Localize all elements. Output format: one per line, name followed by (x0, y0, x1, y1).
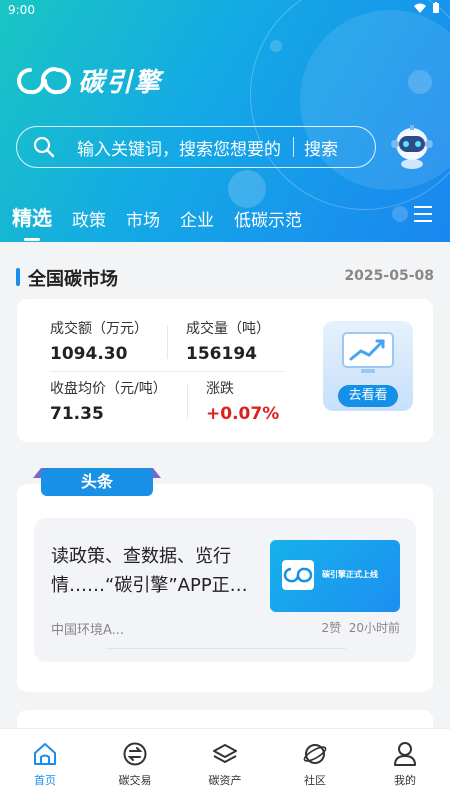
news-separator (106, 648, 346, 649)
bottom-nav: 首页 碳交易 碳资产 社区 我的 (0, 728, 450, 800)
market-card[interactable]: 成交额（万元） 1094.30 成交量（吨） 156194 收盘均价（元/吨） … (17, 299, 433, 442)
planet-icon (303, 744, 327, 764)
avg-price-value: 71.35 (50, 404, 104, 424)
infinity-logo-icon (17, 66, 71, 94)
nav-community-label: 社区 (304, 774, 326, 787)
change-label: 涨跌 (206, 381, 234, 397)
battery-icon (433, 2, 439, 13)
status-time: 9:00 (8, 3, 35, 17)
user-icon (394, 742, 416, 766)
search-bar[interactable]: 输入关键词，搜索您想要的 搜索 (16, 126, 376, 168)
category-tabs: 精选 政策 市场 企业 低碳示范 (12, 202, 322, 241)
status-icons (414, 2, 440, 14)
nav-community[interactable]: 社区 (270, 729, 360, 800)
robot-assistant-icon[interactable] (390, 124, 434, 170)
home-icon (34, 743, 56, 765)
nav-profile[interactable]: 我的 (360, 729, 450, 800)
avg-price-label: 收盘均价（元/吨） (50, 381, 167, 397)
market-section-header: 全国碳市场 2025-05-08 (16, 265, 434, 290)
news-meta: 2赞 20小时前 (321, 619, 400, 636)
app-logo: 碳引擎 (16, 62, 162, 99)
nav-carbon-trade[interactable]: 碳交易 (90, 729, 180, 800)
exchange-icon (123, 742, 147, 766)
turnover-label: 成交额（万元） (50, 321, 148, 337)
news-title: 读政策、查数据、览行情……“碳引擎”APP正… (51, 546, 248, 596)
nav-profile-label: 我的 (394, 774, 416, 787)
search-icon (33, 136, 55, 158)
market-title: 全国碳市场 (28, 269, 118, 290)
decor-bubble (408, 70, 432, 94)
news-likes: 2赞 (321, 621, 342, 635)
avg-price-stat: 收盘均价（元/吨） 71.35 (50, 378, 167, 424)
thumb-text: 碳引擎正式上线 (322, 570, 378, 579)
search-input[interactable]: 输入关键词，搜索您想要的 (77, 135, 281, 160)
logo-text: 碳引擎 (78, 68, 163, 98)
divider (167, 325, 168, 359)
turnover-stat: 成交额（万元） 1094.30 (50, 318, 148, 364)
status-bar: 9:00 (0, 0, 450, 20)
thumb-logo-bg (282, 560, 314, 590)
headline-ribbon-label: 头条 (80, 472, 113, 491)
change-stat: 涨跌 +0.07% (206, 378, 279, 424)
turnover-value: 1094.30 (50, 344, 128, 364)
layers-icon (213, 744, 237, 763)
infinity-logo-icon (283, 567, 313, 583)
decor-bubble (270, 40, 282, 52)
nav-home-label: 首页 (34, 774, 56, 787)
nav-home[interactable]: 首页 (0, 729, 90, 800)
nav-carbon-trade-label: 碳交易 (118, 774, 152, 787)
section-accent-bar (16, 268, 20, 286)
go-see-button[interactable]: 去看看 (338, 385, 398, 407)
tab-policy[interactable]: 政策 (72, 206, 106, 231)
divider (187, 385, 188, 419)
volume-label: 成交量（吨） (186, 321, 270, 337)
news-source: 中国环境A... (51, 623, 125, 638)
divider (50, 371, 284, 372)
news-thumbnail: 碳引擎正式上线 (270, 540, 400, 612)
tab-market[interactable]: 市场 (126, 206, 160, 231)
change-value: +0.07% (206, 404, 280, 424)
market-promo[interactable]: 去看看 (323, 321, 413, 411)
decor-bubble (392, 206, 408, 222)
menu-icon[interactable] (414, 206, 432, 222)
search-divider (293, 137, 294, 157)
header-banner: 9:00 碳引擎 输入关键词，搜索您想要的 搜索 精选 政策 市场 企业 低碳示… (0, 0, 450, 242)
nav-carbon-assets[interactable]: 碳资产 (180, 729, 270, 800)
news-time: 20小时前 (348, 621, 400, 635)
market-date: 2025-05-08 (344, 268, 434, 284)
nav-carbon-assets-label: 碳资产 (208, 774, 242, 787)
volume-stat: 成交量（吨） 156194 (186, 318, 270, 364)
search-button[interactable]: 搜索 (304, 135, 338, 160)
tab-featured[interactable]: 精选 (12, 202, 52, 241)
tab-low-carbon-demo[interactable]: 低碳示范 (234, 206, 302, 231)
volume-value: 156194 (186, 344, 257, 364)
tab-enterprise[interactable]: 企业 (180, 206, 214, 231)
wifi-icon (414, 3, 426, 13)
decor-ring (250, 0, 450, 210)
news-list-item[interactable]: 读政策、查数据、览行情……“碳引擎”APP正… 碳引擎正式上线 中国环境A...… (34, 518, 416, 662)
chart-monitor-icon (342, 332, 394, 373)
